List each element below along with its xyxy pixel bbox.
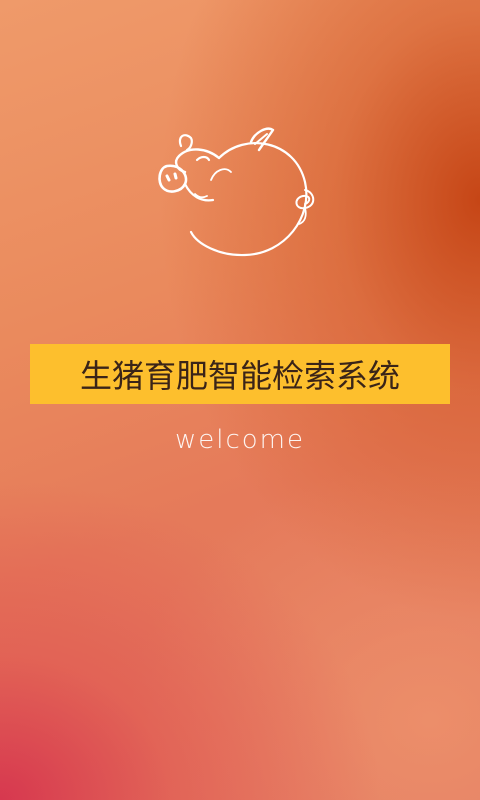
pig-icon [158, 127, 315, 257]
splash-screen: 生猪育肥智能检索系统 welcome [0, 0, 480, 800]
title-banner: 生猪育肥智能检索系统 [30, 344, 450, 404]
app-title: 生猪育肥智能检索系统 [79, 357, 400, 395]
welcome-text: welcome [174, 425, 305, 455]
